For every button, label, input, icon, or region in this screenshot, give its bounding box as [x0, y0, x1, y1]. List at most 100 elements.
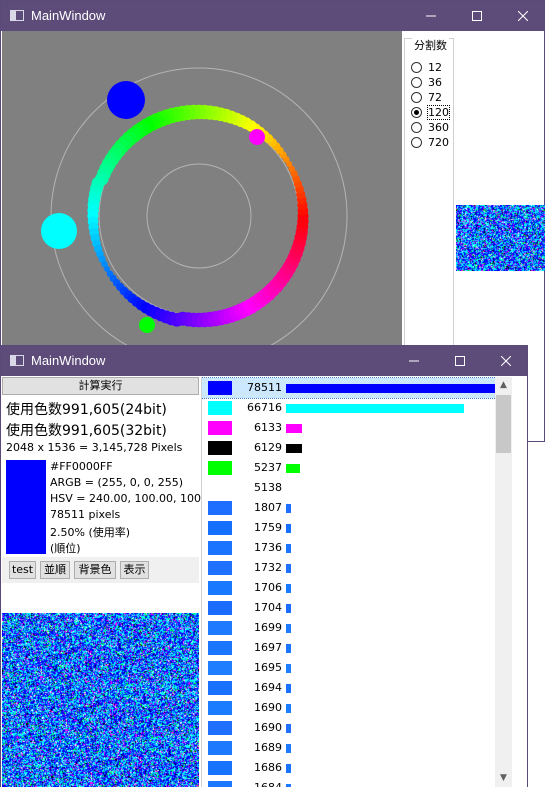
vertical-scrollbar[interactable]: ▲ ▼: [495, 377, 512, 787]
frequency-bar: [286, 564, 291, 573]
list-item[interactable]: 1697: [202, 638, 512, 658]
list-item[interactable]: 66716: [202, 398, 512, 418]
list-item[interactable]: 1695: [202, 658, 512, 678]
color-swatch: [208, 521, 232, 535]
test-button[interactable]: test: [9, 561, 36, 579]
color-swatch: [208, 561, 232, 575]
frequency-bar: [286, 604, 291, 613]
pixel-count: 6129: [254, 441, 282, 454]
sort-button[interactable]: 並順: [40, 561, 70, 579]
minimize-button[interactable]: [408, 1, 454, 31]
hue-ring-plot: [41, 67, 348, 351]
title-bar[interactable]: MainWindow: [1, 1, 544, 31]
display-button[interactable]: 表示: [120, 561, 149, 579]
pixel-count: 1736: [254, 541, 282, 554]
frequency-bar: [286, 724, 291, 733]
close-button[interactable]: [483, 346, 529, 376]
color-swatch: [208, 701, 232, 715]
radio-circle-icon[interactable]: [411, 77, 422, 88]
color-swatch: [208, 461, 232, 475]
color-swatch: [208, 401, 232, 415]
dominant-color-dot: [41, 213, 77, 249]
pixel-count: 1689: [254, 741, 282, 754]
list-item[interactable]: 1736: [202, 538, 512, 558]
frequency-bar: [286, 664, 291, 673]
color-swatch: [208, 581, 232, 595]
scroll-down-icon[interactable]: ▼: [495, 770, 512, 787]
frequency-bar: [286, 544, 291, 553]
list-item[interactable]: 5138: [202, 478, 512, 498]
maximize-button[interactable]: [454, 1, 500, 31]
scroll-thumb[interactable]: [496, 395, 511, 453]
list-item[interactable]: 1807: [202, 498, 512, 518]
frequency-bar: [286, 624, 291, 633]
window-title: MainWindow: [31, 353, 106, 368]
radio-circle-icon[interactable]: [411, 122, 422, 133]
frequency-bar: [286, 764, 291, 773]
list-item[interactable]: 1689: [202, 738, 512, 758]
radio-circle-icon[interactable]: [411, 92, 422, 103]
color-wheel-canvas: [2, 31, 402, 351]
list-item[interactable]: 1690: [202, 698, 512, 718]
title-bar[interactable]: MainWindow: [1, 346, 527, 376]
list-item[interactable]: 1684: [202, 778, 512, 787]
radio-circle-icon[interactable]: [411, 107, 422, 118]
color-swatch: [208, 641, 232, 655]
division-group: 分割数 12 36 72 120 360 720: [404, 37, 454, 358]
list-item[interactable]: 1699: [202, 618, 512, 638]
pixel-count: 1732: [254, 561, 282, 574]
list-item[interactable]: 78511: [202, 377, 512, 399]
radio-label: 360: [428, 121, 449, 134]
list-item[interactable]: 1732: [202, 558, 512, 578]
pixel-count: 1690: [254, 701, 282, 714]
pixel-count: 1695: [254, 661, 282, 674]
frequency-bar: [286, 524, 291, 533]
list-item[interactable]: 1694: [202, 678, 512, 698]
color-hex: #FF0000FF: [50, 460, 113, 473]
list-item[interactable]: 1704: [202, 598, 512, 618]
frequency-bar: [286, 584, 291, 593]
pixel-count: 1759: [254, 521, 282, 534]
minimize-button[interactable]: [391, 346, 437, 376]
maximize-button[interactable]: [437, 346, 483, 376]
color-swatch: [208, 541, 232, 555]
pixel-count: 5138: [254, 481, 282, 494]
radio-label: 12: [428, 61, 442, 74]
color-swatch: [208, 421, 232, 435]
frequency-bar: [286, 404, 464, 413]
list-item[interactable]: 1686: [202, 758, 512, 778]
radio-circle-icon[interactable]: [411, 62, 422, 73]
close-button[interactable]: [500, 1, 545, 31]
list-item[interactable]: 5237: [202, 458, 512, 478]
color-count-32bit: 使用色数991,605(32bit): [6, 423, 167, 439]
pixel-count: 1697: [254, 641, 282, 654]
frequency-bar: [286, 464, 300, 473]
list-item[interactable]: 6129: [202, 438, 512, 458]
list-item[interactable]: 1759: [202, 518, 512, 538]
hue-dot: [297, 215, 309, 228]
action-button-row: test 並順 背景色 表示: [2, 557, 199, 583]
background-color-button[interactable]: 背景色: [74, 561, 116, 579]
dominant-color-dot: [107, 81, 145, 119]
frequency-bar: [286, 684, 291, 693]
list-item[interactable]: 6133: [202, 418, 512, 438]
pixel-count: 1704: [254, 601, 282, 614]
color-argb: ARGB = (255, 0, 0, 255): [50, 476, 183, 489]
calculate-button[interactable]: 計算実行: [2, 377, 199, 395]
window-icon: [10, 355, 24, 366]
info-panel: 計算実行 使用色数991,605(24bit) 使用色数991,605(32bi…: [2, 377, 211, 787]
color-frequency-list[interactable]: 78511 66716 6133 6129 5237 5138 1807 1759 1736 17…: [201, 377, 512, 787]
pixel-count: 1694: [254, 681, 282, 694]
scroll-up-icon[interactable]: ▲: [495, 377, 512, 394]
color-hsv: HSV = 240.00, 100.00, 100.0: [50, 492, 212, 505]
color-swatch: [208, 601, 232, 615]
color-swatch: [208, 381, 232, 395]
radio-circle-icon[interactable]: [411, 137, 422, 148]
dominant-color-dot: [139, 317, 155, 333]
list-item[interactable]: 1690: [202, 718, 512, 738]
frequency-bar: [286, 704, 291, 713]
pixel-count: 1686: [254, 761, 282, 774]
color-rank: (順位): [50, 542, 81, 555]
image-dimensions: 2048 x 1536 = 3,145,728 Pixels: [6, 441, 183, 454]
list-item[interactable]: 1706: [202, 578, 512, 598]
